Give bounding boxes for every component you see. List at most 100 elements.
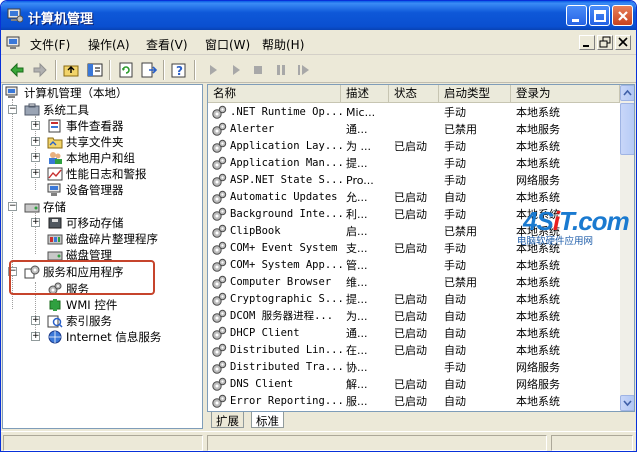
pause-service-icon[interactable]: [271, 60, 291, 80]
service-row[interactable]: COM+ System App... 管... 手动 本地系统: [208, 257, 620, 274]
tree-node-iis[interactable]: Internet 信息服务: [47, 329, 161, 345]
tree-node-local-users[interactable]: 本地用户和组: [47, 150, 135, 166]
service-description: 服...: [346, 395, 368, 408]
restore-icon: [599, 36, 611, 48]
service-logon-as: 本地系统: [516, 344, 560, 357]
expand-toggle[interactable]: +: [31, 137, 40, 146]
tree-node-event-viewer[interactable]: 事件查看器: [47, 118, 124, 134]
event-viewer-icon: [48, 119, 61, 133]
child-window-icon[interactable]: [6, 35, 22, 50]
service-row[interactable]: Application Man... 提... 手动 本地系统: [208, 155, 620, 172]
up-folder-icon[interactable]: [61, 60, 81, 80]
service-row[interactable]: .NET Runtime Op... Mic... 手动 本地系统: [208, 104, 620, 121]
service-logon-as: 本地系统: [516, 106, 560, 119]
service-gear-icon: [212, 122, 227, 136]
close-button[interactable]: [612, 5, 633, 26]
menu-action[interactable]: 操作(A): [88, 36, 130, 53]
service-row[interactable]: Cryptographic S... 提... 已启动 自动 本地系统: [208, 291, 620, 308]
vertical-scrollbar[interactable]: [620, 85, 634, 411]
service-row[interactable]: Distributed Lin... 在... 已启动 自动 本地系统: [208, 342, 620, 359]
tree-node-system-tools[interactable]: 系统工具: [24, 102, 89, 118]
services-list[interactable]: 名称 描述 状态 启动类型 登录为 .NET Runtime Op... Mic.…: [207, 84, 635, 412]
expand-toggle[interactable]: +: [31, 218, 40, 227]
service-row[interactable]: DNS Client 解... 已启动 自动 网络服务: [208, 376, 620, 393]
tree-node-storage[interactable]: 存储: [24, 199, 66, 215]
expand-toggle[interactable]: +: [31, 332, 40, 341]
tree-node-device-manager[interactable]: 设备管理器: [47, 182, 124, 198]
tree-node-defrag[interactable]: 磁盘碎片整理程序: [47, 231, 158, 247]
collapse-toggle[interactable]: −: [8, 202, 17, 211]
export-list-icon[interactable]: [139, 60, 159, 80]
service-row[interactable]: DHCP Client 通... 已启动 自动 本地系统: [208, 325, 620, 342]
expand-toggle[interactable]: +: [31, 316, 40, 325]
collapse-toggle[interactable]: −: [8, 105, 17, 114]
tree-node-perf-logs[interactable]: 性能日志和警报: [47, 166, 147, 182]
refresh-icon[interactable]: [116, 60, 136, 80]
computer-management-icon: [7, 8, 23, 23]
service-row[interactable]: Automatic Updates 允... 已启动 自动 本地系统: [208, 189, 620, 206]
expand-toggle[interactable]: +: [31, 169, 40, 178]
menu-view[interactable]: 查看(V): [146, 36, 188, 53]
restart-service-icon[interactable]: [293, 60, 313, 80]
service-row[interactable]: Alerter 通... 已禁用 本地服务: [208, 121, 620, 138]
tree-node-removable-storage[interactable]: 可移动存储: [47, 215, 124, 231]
watermark-logo-part: T.com: [559, 206, 630, 236]
status-pane: [207, 435, 547, 451]
minimize-button[interactable]: [566, 5, 587, 26]
tab-extended[interactable]: 扩展: [211, 412, 244, 428]
column-header-logon-as[interactable]: 登录为: [511, 85, 620, 102]
console-tree[interactable]: 计算机管理（本地） − 系统工具 + 事件查看器 + 共享文件夹 + 本地用户和…: [2, 84, 203, 429]
service-description: 允...: [346, 191, 368, 204]
help-icon[interactable]: ?: [169, 60, 189, 80]
tab-standard[interactable]: 标准: [251, 412, 284, 428]
menu-file[interactable]: 文件(F): [30, 36, 70, 53]
stop-service-icon[interactable]: [248, 60, 268, 80]
tree-label: 计算机管理（本地）: [24, 86, 128, 100]
window-title: 计算机管理: [28, 12, 94, 27]
play-icon[interactable]: [226, 60, 246, 80]
scroll-thumb[interactable]: [620, 103, 634, 155]
title-bar[interactable]: 计算机管理: [1, 1, 636, 30]
service-startup-type: 已禁用: [444, 276, 477, 289]
tree-node-indexing[interactable]: 索引服务: [47, 313, 112, 329]
iis-icon: [48, 330, 62, 344]
forward-arrow-icon[interactable]: [30, 60, 50, 80]
service-description: 提...: [346, 293, 368, 306]
service-description: 支...: [346, 242, 368, 255]
service-startup-type: 手动: [444, 106, 466, 119]
service-name: Automatic Updates: [230, 191, 338, 203]
column-header-description[interactable]: 描述: [341, 85, 389, 102]
back-arrow-icon[interactable]: [7, 60, 27, 80]
menu-help[interactable]: 帮助(H): [262, 36, 304, 53]
scroll-up-button[interactable]: [620, 85, 634, 101]
child-restore-button[interactable]: [597, 35, 613, 50]
service-startup-type: 自动: [444, 344, 466, 357]
tree-node-root[interactable]: 计算机管理（本地）: [5, 85, 128, 101]
start-service-icon[interactable]: [203, 60, 223, 80]
expand-toggle[interactable]: +: [31, 121, 40, 130]
maximize-button[interactable]: [589, 5, 610, 26]
child-minimize-button[interactable]: [579, 35, 595, 50]
expand-toggle[interactable]: +: [31, 153, 40, 162]
service-row[interactable]: DCOM 服务器进程... 为... 已启动 自动 本地系统: [208, 308, 620, 325]
menu-window[interactable]: 窗口(W): [205, 36, 250, 53]
status-pane: [3, 435, 203, 451]
service-status: 已启动: [394, 242, 427, 255]
tree-node-wmi[interactable]: WMI 控件: [47, 297, 117, 313]
service-row[interactable]: ASP.NET State S... Pro... 手动 网络服务: [208, 172, 620, 189]
column-header-name[interactable]: 名称: [208, 85, 341, 102]
column-header-status[interactable]: 状态: [389, 85, 439, 102]
service-name: DHCP Client: [230, 327, 300, 339]
service-gear-icon: [212, 207, 227, 221]
show-tree-icon[interactable]: [85, 60, 105, 80]
service-gear-icon: [212, 309, 227, 323]
service-row[interactable]: Error Reporting... 服... 已启动 自动 本地系统: [208, 393, 620, 410]
service-row[interactable]: Application Lay... 为 ... 已启动 手动 本地系统: [208, 138, 620, 155]
service-row[interactable]: Computer Browser 维... 已禁用 本地系统: [208, 274, 620, 291]
service-name: COM+ System App...: [230, 259, 343, 271]
tree-node-shared-folders[interactable]: 共享文件夹: [47, 134, 124, 150]
scroll-down-button[interactable]: [620, 395, 634, 411]
child-close-button[interactable]: [615, 35, 631, 50]
column-header-startup-type[interactable]: 启动类型: [439, 85, 511, 102]
service-row[interactable]: Distributed Tra... 协... 手动 网络服务: [208, 359, 620, 376]
